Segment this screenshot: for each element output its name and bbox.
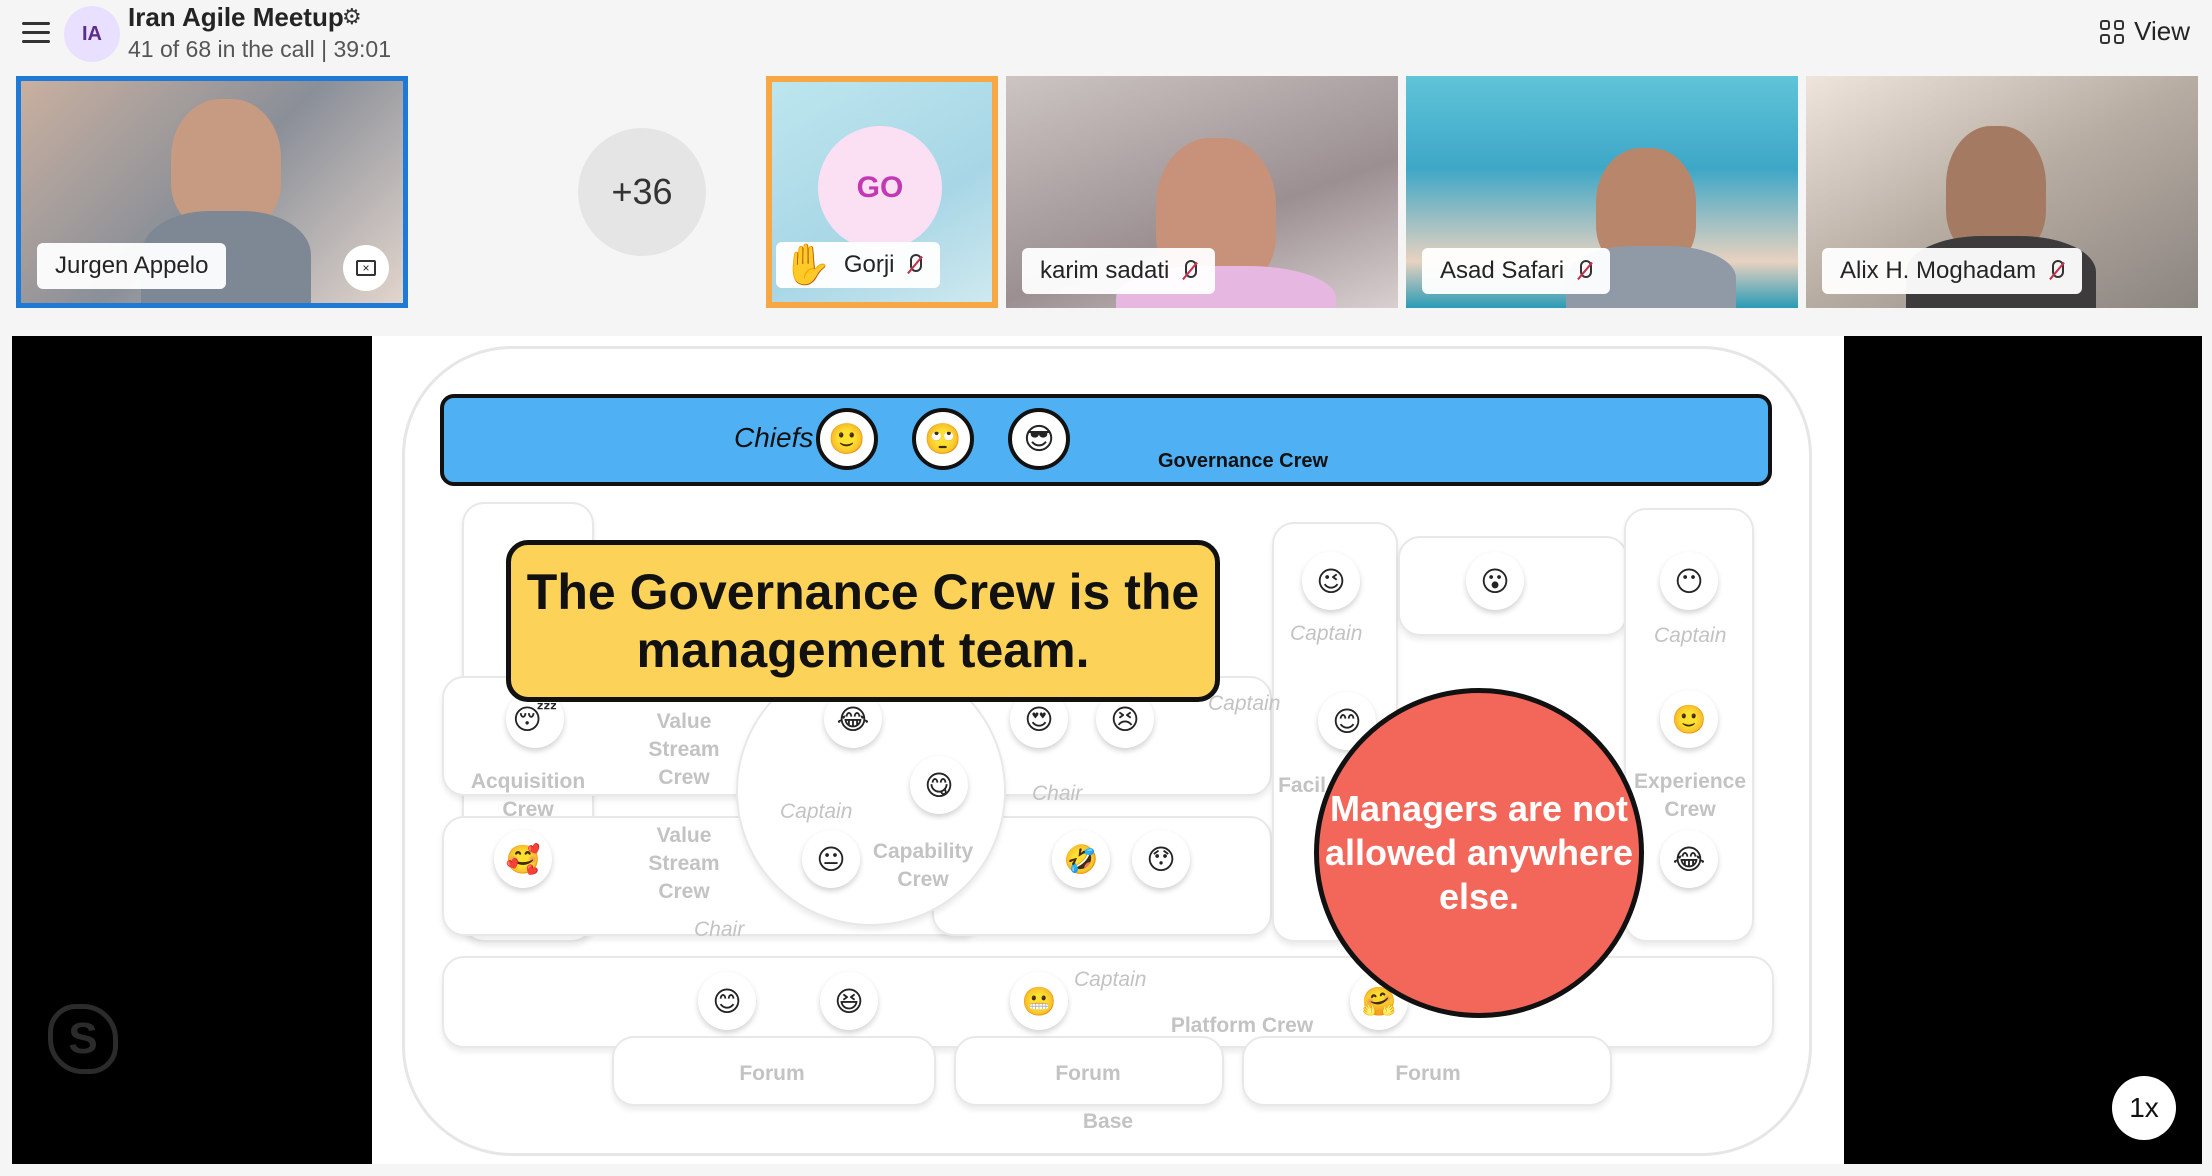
participant-video [171,99,281,229]
emoji-icon: 😬 [1010,972,1068,1030]
menu-icon[interactable] [22,22,50,44]
meeting-title: Iran Agile Meetup [128,2,344,32]
participant-name-tag: Alix H. Moghadam [1822,248,2083,294]
mic-muted-icon [1181,260,1198,282]
experience-crew-label: Experience Crew [1633,770,1747,821]
emoji-icon: 😮 [1466,552,1524,610]
emoji-icon: 😯 [1132,830,1190,888]
participant-initials-avatar: GO [818,126,942,250]
emoji-icon: 🙂 [1660,690,1718,748]
captain-label: Captain [1654,624,1727,647]
capability-crew-label: Capability Crew [872,840,974,891]
value-stream-crew-label: Value Stream Crew [648,824,720,903]
emoji-icon: 😂 [1660,830,1718,888]
view-button[interactable]: View [2100,16,2190,47]
captain-label: Captain [1290,622,1363,645]
mic-muted-icon [2048,260,2065,282]
chief-emoji-icon: 🙂 [816,408,878,470]
pin-icon: × [356,260,376,276]
skype-logo-icon: S [48,1004,118,1074]
more-participants-button[interactable]: +36 [578,128,706,256]
participant-tile[interactable]: karim sadati [1006,76,1398,308]
mic-muted-icon [1576,260,1593,282]
chief-emoji-icon: 🙄 [912,408,974,470]
forum-label: Forum [1055,1062,1121,1085]
governance-crew-bar: Chiefs 🙂 🙄 😎 Governance Crew [440,394,1772,486]
emoji-icon: 🥰 [494,830,552,888]
pin-button[interactable]: × [343,245,389,291]
emoji-icon: 😶 [1660,552,1718,610]
red-callout-circle: Managers are not allowed anywhere else. [1314,688,1644,1018]
chiefs-label: Chiefs [734,422,814,453]
platform-crew-label: Platform Crew [1170,1014,1314,1037]
participant-tile[interactable]: Asad Safari [1406,76,1798,308]
emoji-icon: 😐 [802,830,860,888]
raised-hand-icon: ✋ [782,243,832,287]
emoji-icon: 🤣 [1052,830,1110,888]
emoji-icon: 😋 [910,756,968,814]
captain-label: Captain [780,800,853,823]
playback-speed-button[interactable]: 1x [2112,1076,2176,1140]
meeting-avatar: IA [64,6,120,62]
callout-box: The Governance Crew is the management te… [506,540,1220,702]
grid-icon [2100,19,2125,44]
participant-name-tag: karim sadati [1022,248,1216,294]
participant-name-tag: ✋ Gorji [776,242,941,288]
value-stream-crew-label: Value Stream Crew [648,710,720,789]
captain-label: Captain [1074,968,1147,991]
gear-icon[interactable]: ⚙ [342,4,362,30]
participant-name-tag: Asad Safari [1422,248,1611,294]
view-label: View [2134,16,2190,46]
mic-muted-icon [906,254,923,276]
chair-label: Chair [1032,782,1083,805]
participant-name-tag: Jurgen Appelo [37,243,227,289]
forum-label: Forum [1395,1062,1461,1085]
presentation-slide: Value Stream Crew Acquisition Crew Value… [372,336,1844,1164]
base-label: Base [1082,1110,1134,1133]
participant-tile[interactable]: GO ✋ Gorji [766,76,998,308]
captain-label: Captain [1208,692,1281,715]
acquisition-crew-label: Acquisition Crew [470,770,586,821]
chief-emoji-icon: 😎 [1008,408,1070,470]
governance-crew-label: Governance Crew [1158,450,1329,472]
chair-label: Chair [694,918,745,941]
participant-tile[interactable]: Jurgen Appelo × [16,76,408,308]
emoji-icon: 😊 [698,972,756,1030]
emoji-icon: 😉 [1302,552,1360,610]
forum-label: Forum [739,1062,805,1085]
meeting-status: 41 of 68 in the call | 39:01 [128,36,391,62]
participant-tile[interactable]: Alix H. Moghadam [1806,76,2198,308]
emoji-icon: 😆 [820,972,878,1030]
